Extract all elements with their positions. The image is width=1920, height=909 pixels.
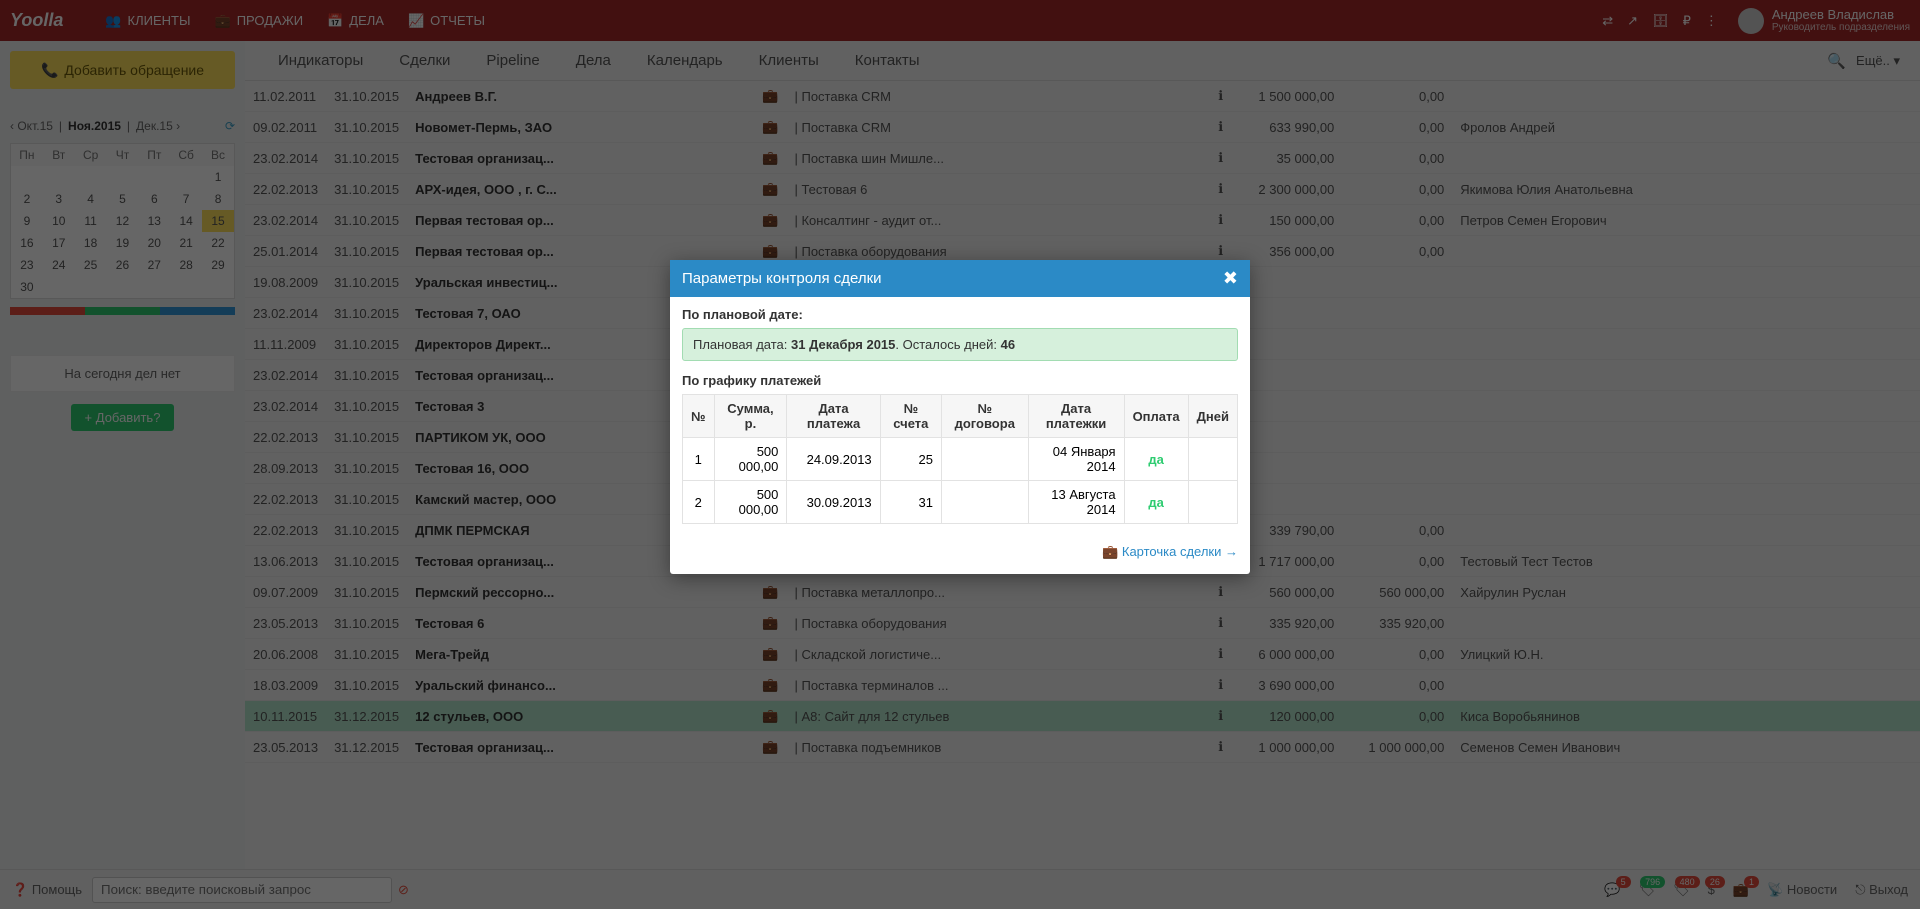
- modal-header: Параметры контроля сделки ✖: [670, 260, 1250, 297]
- plan-date-box: Плановая дата: 31 Декабря 2015. Осталось…: [682, 328, 1238, 361]
- payments-section-title: По графику платежей: [682, 373, 1238, 388]
- payment-row: 2500 000,0030.09.20133113 Августа 2014да: [683, 481, 1238, 524]
- modal-overlay: Параметры контроля сделки ✖ По плановой …: [0, 0, 1920, 909]
- briefcase-icon: 💼: [1102, 544, 1118, 559]
- close-icon[interactable]: ✖: [1223, 268, 1238, 289]
- modal-title: Параметры контроля сделки: [682, 270, 882, 287]
- deal-control-modal: Параметры контроля сделки ✖ По плановой …: [670, 260, 1250, 574]
- deal-card-link[interactable]: Карточка сделки →: [1122, 544, 1238, 559]
- plan-section-title: По плановой дате:: [682, 307, 1238, 322]
- payment-row: 1500 000,0024.09.20132504 Января 2014да: [683, 438, 1238, 481]
- payments-table: №Сумма, р.Дата платежа№ счета№ договораД…: [682, 394, 1238, 524]
